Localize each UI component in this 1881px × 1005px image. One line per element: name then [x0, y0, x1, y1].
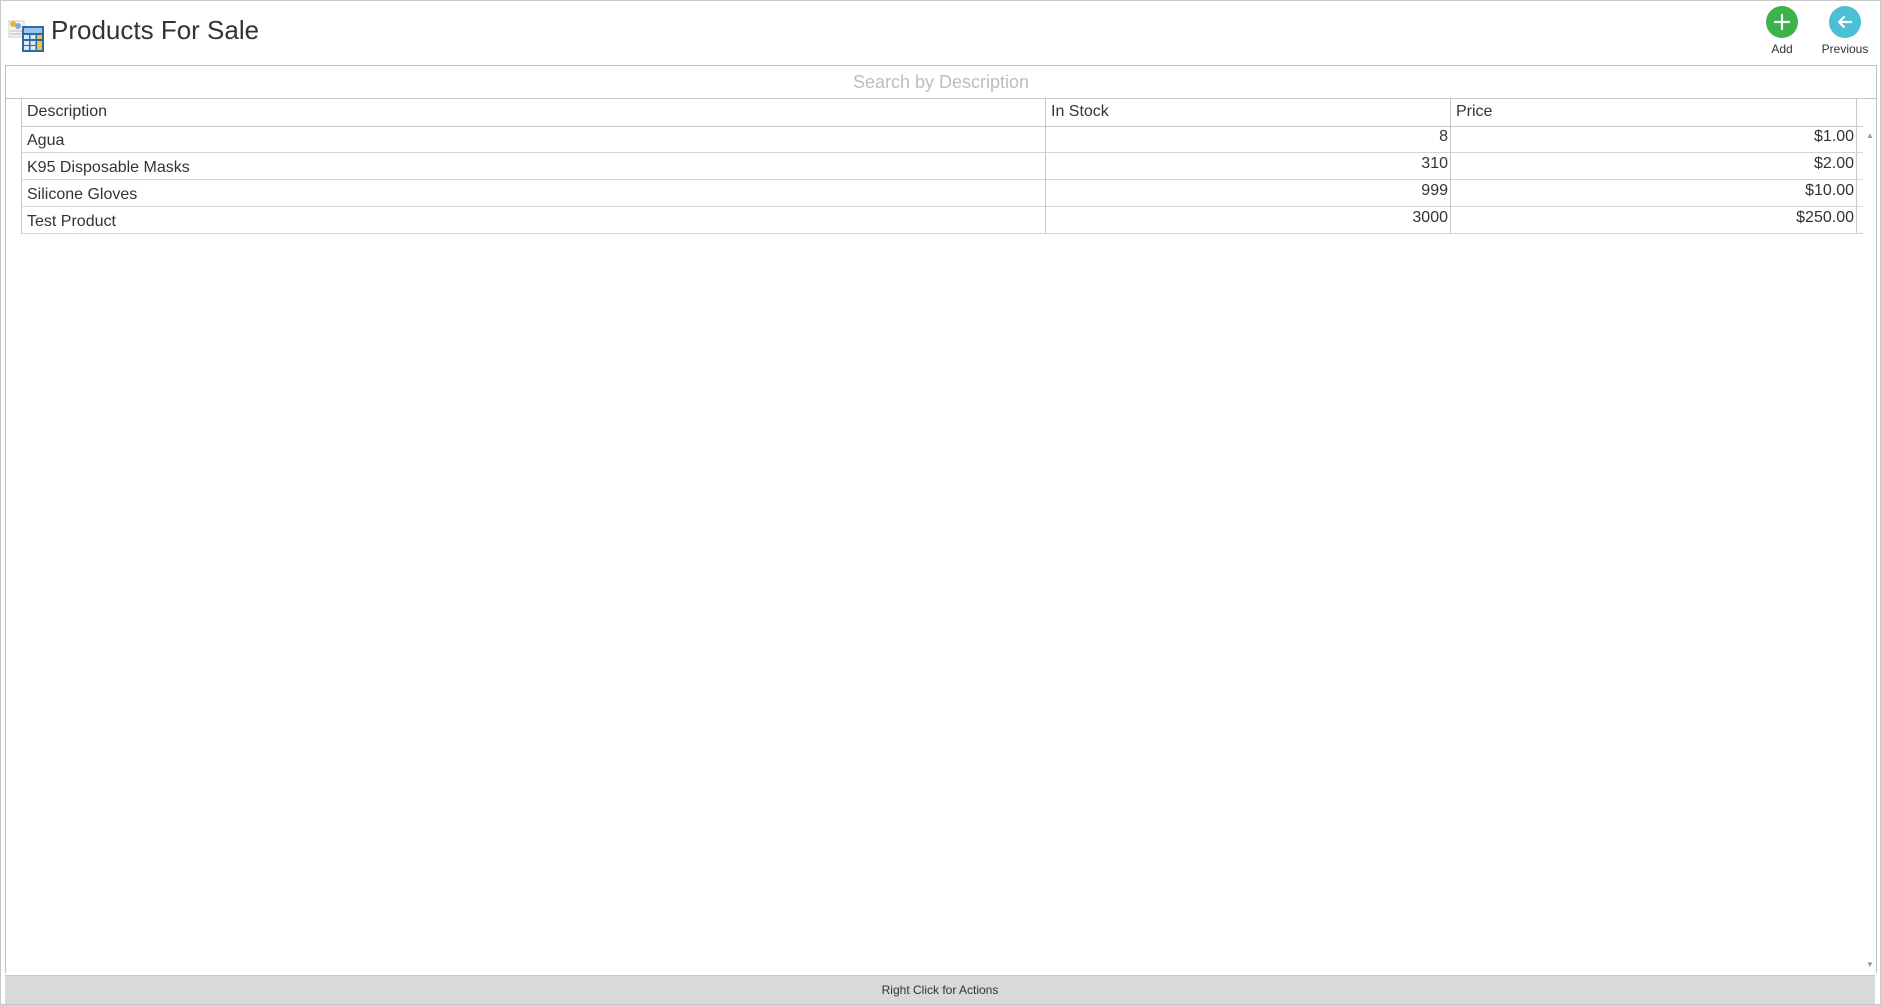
cell-in-stock: 310: [1046, 153, 1451, 179]
column-header-price[interactable]: Price: [1451, 99, 1857, 126]
table-header: Description In Stock Price: [21, 98, 1863, 127]
table-row[interactable]: Agua 8 $1.00: [21, 126, 1863, 153]
table-row[interactable]: Silicone Gloves 999 $10.00: [21, 180, 1863, 207]
previous-button[interactable]: Previous: [1815, 6, 1875, 60]
add-button[interactable]: Add: [1752, 6, 1812, 60]
products-grid: Description In Stock Price Agua 8 $1.00 …: [5, 98, 1877, 973]
cell-in-stock: 8: [1046, 126, 1451, 152]
plus-icon: [1766, 6, 1798, 38]
column-header-in-stock[interactable]: In Stock: [1046, 99, 1451, 126]
cell-description: Test Product: [21, 207, 1046, 233]
cell-description: Agua: [21, 126, 1046, 152]
table-row[interactable]: K95 Disposable Masks 310 $2.00: [21, 153, 1863, 180]
table-body: Agua 8 $1.00 K95 Disposable Masks 310 $2…: [21, 126, 1863, 234]
cell-price: $250.00: [1451, 207, 1857, 233]
page-title: Products For Sale: [51, 15, 260, 45]
search-box: [5, 65, 1877, 99]
cell-price: $2.00: [1451, 153, 1857, 179]
column-header-description[interactable]: Description: [21, 99, 1046, 126]
scroll-down-arrow-icon[interactable]: ▼: [1865, 960, 1875, 969]
search-input[interactable]: [6, 66, 1876, 98]
cell-in-stock: 999: [1046, 180, 1451, 206]
calculator-spreadsheet-icon: [8, 20, 44, 52]
arrow-left-icon: [1829, 6, 1861, 38]
status-bar: Right Click for Actions: [5, 975, 1875, 1004]
cell-description: Silicone Gloves: [21, 180, 1046, 206]
previous-button-label: Previous: [1821, 42, 1869, 56]
cell-in-stock: 3000: [1046, 207, 1451, 233]
table-row[interactable]: Test Product 3000 $250.00: [21, 207, 1863, 234]
add-button-label: Add: [1771, 42, 1793, 56]
scroll-up-arrow-icon[interactable]: ▲: [1865, 131, 1875, 140]
cell-price: $1.00: [1451, 126, 1857, 152]
cell-description: K95 Disposable Masks: [21, 153, 1046, 179]
cell-price: $10.00: [1451, 180, 1857, 206]
